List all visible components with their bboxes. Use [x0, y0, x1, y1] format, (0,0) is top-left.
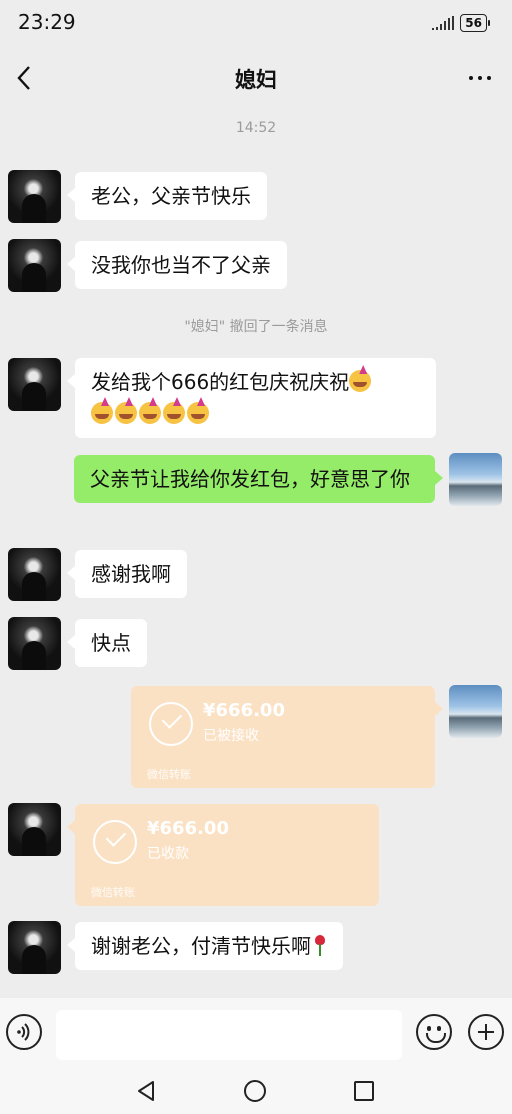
check-circle-icon [93, 820, 137, 864]
message-text: 发给我个666的红包庆祝庆祝 [91, 370, 350, 394]
self-avatar[interactable] [449, 453, 502, 506]
message-text: 没我你也当不了父亲 [91, 253, 271, 277]
status-time: 23:29 [18, 10, 76, 34]
message-bubble[interactable]: 感谢我啊 [67, 550, 187, 598]
nav-back-icon[interactable] [136, 1080, 156, 1102]
message-text: 感谢我啊 [91, 562, 171, 586]
input-bar [0, 998, 512, 1070]
chat-header: 媳妇 [0, 46, 512, 110]
emoji-button[interactable] [416, 1014, 452, 1050]
transfer-footer: 微信转账 [147, 768, 191, 781]
message-text: 老公，父亲节快乐 [91, 184, 251, 208]
contact-avatar[interactable] [8, 617, 61, 670]
message-bubble[interactable]: 谢谢老公，付清节快乐啊 [67, 922, 343, 970]
transfer-status: 已被接收 [203, 728, 259, 744]
transfer-amount: ¥666.00 [147, 818, 229, 839]
system-navigation [0, 1070, 512, 1114]
transfer-status: 已收款 [147, 846, 189, 862]
message-bubble[interactable]: 没我你也当不了父亲 [67, 241, 287, 289]
message-bubble[interactable]: 老公，父亲节快乐 [67, 172, 267, 220]
self-avatar[interactable] [449, 685, 502, 738]
battery-icon: 56 [460, 14, 490, 32]
recall-notice: "媳妇" 撤回了一条消息 [184, 319, 328, 335]
message-text: 父亲节让我给你发红包，好意思了你 [90, 467, 410, 491]
more-icon [469, 76, 473, 80]
chat-title: 媳妇 [235, 68, 277, 92]
signal-icon [432, 16, 455, 30]
contact-avatar[interactable] [8, 358, 61, 411]
voice-icon [17, 1023, 30, 1041]
contact-avatar[interactable] [8, 803, 61, 856]
status-bar: 23:29 56 [0, 0, 512, 46]
battery-level: 56 [460, 14, 487, 32]
nav-recent-icon[interactable] [354, 1081, 374, 1101]
status-icons: 56 [432, 12, 490, 34]
party-face-emoji-icon [187, 402, 209, 424]
party-face-emoji-icon [115, 402, 137, 424]
voice-button[interactable] [6, 1014, 42, 1050]
message-text: 谢谢老公，付清节快乐啊 [91, 934, 311, 958]
message-text: 快点 [91, 631, 131, 655]
party-face-emoji-icon [139, 402, 161, 424]
transfer-amount: ¥666.00 [203, 700, 285, 721]
transfer-footer: 微信转账 [91, 886, 135, 899]
message-bubble[interactable]: 快点 [67, 619, 147, 667]
transfer-card-received[interactable]: ¥666.00 已收款 微信转账 [67, 804, 379, 906]
contact-avatar[interactable] [8, 170, 61, 223]
check-circle-icon [149, 702, 193, 746]
contact-avatar[interactable] [8, 921, 61, 974]
contact-avatar[interactable] [8, 548, 61, 601]
contact-avatar[interactable] [8, 239, 61, 292]
rose-emoji-icon [313, 934, 327, 956]
party-face-emoji-icon [91, 402, 113, 424]
message-bubble-self[interactable]: 父亲节让我给你发红包，好意思了你 [74, 455, 443, 503]
party-face-emoji-icon [163, 402, 185, 424]
more-functions-button[interactable] [468, 1014, 504, 1050]
more-button[interactable] [464, 64, 496, 92]
transfer-card-sent[interactable]: ¥666.00 已被接收 微信转账 [131, 686, 443, 788]
message-bubble[interactable]: 发给我个666的红包庆祝庆祝 [67, 358, 436, 438]
chat-timestamp: 14:52 [235, 120, 277, 136]
message-input[interactable] [56, 1010, 402, 1060]
party-face-emoji-icon [349, 370, 372, 392]
nav-home-icon[interactable] [244, 1080, 266, 1102]
